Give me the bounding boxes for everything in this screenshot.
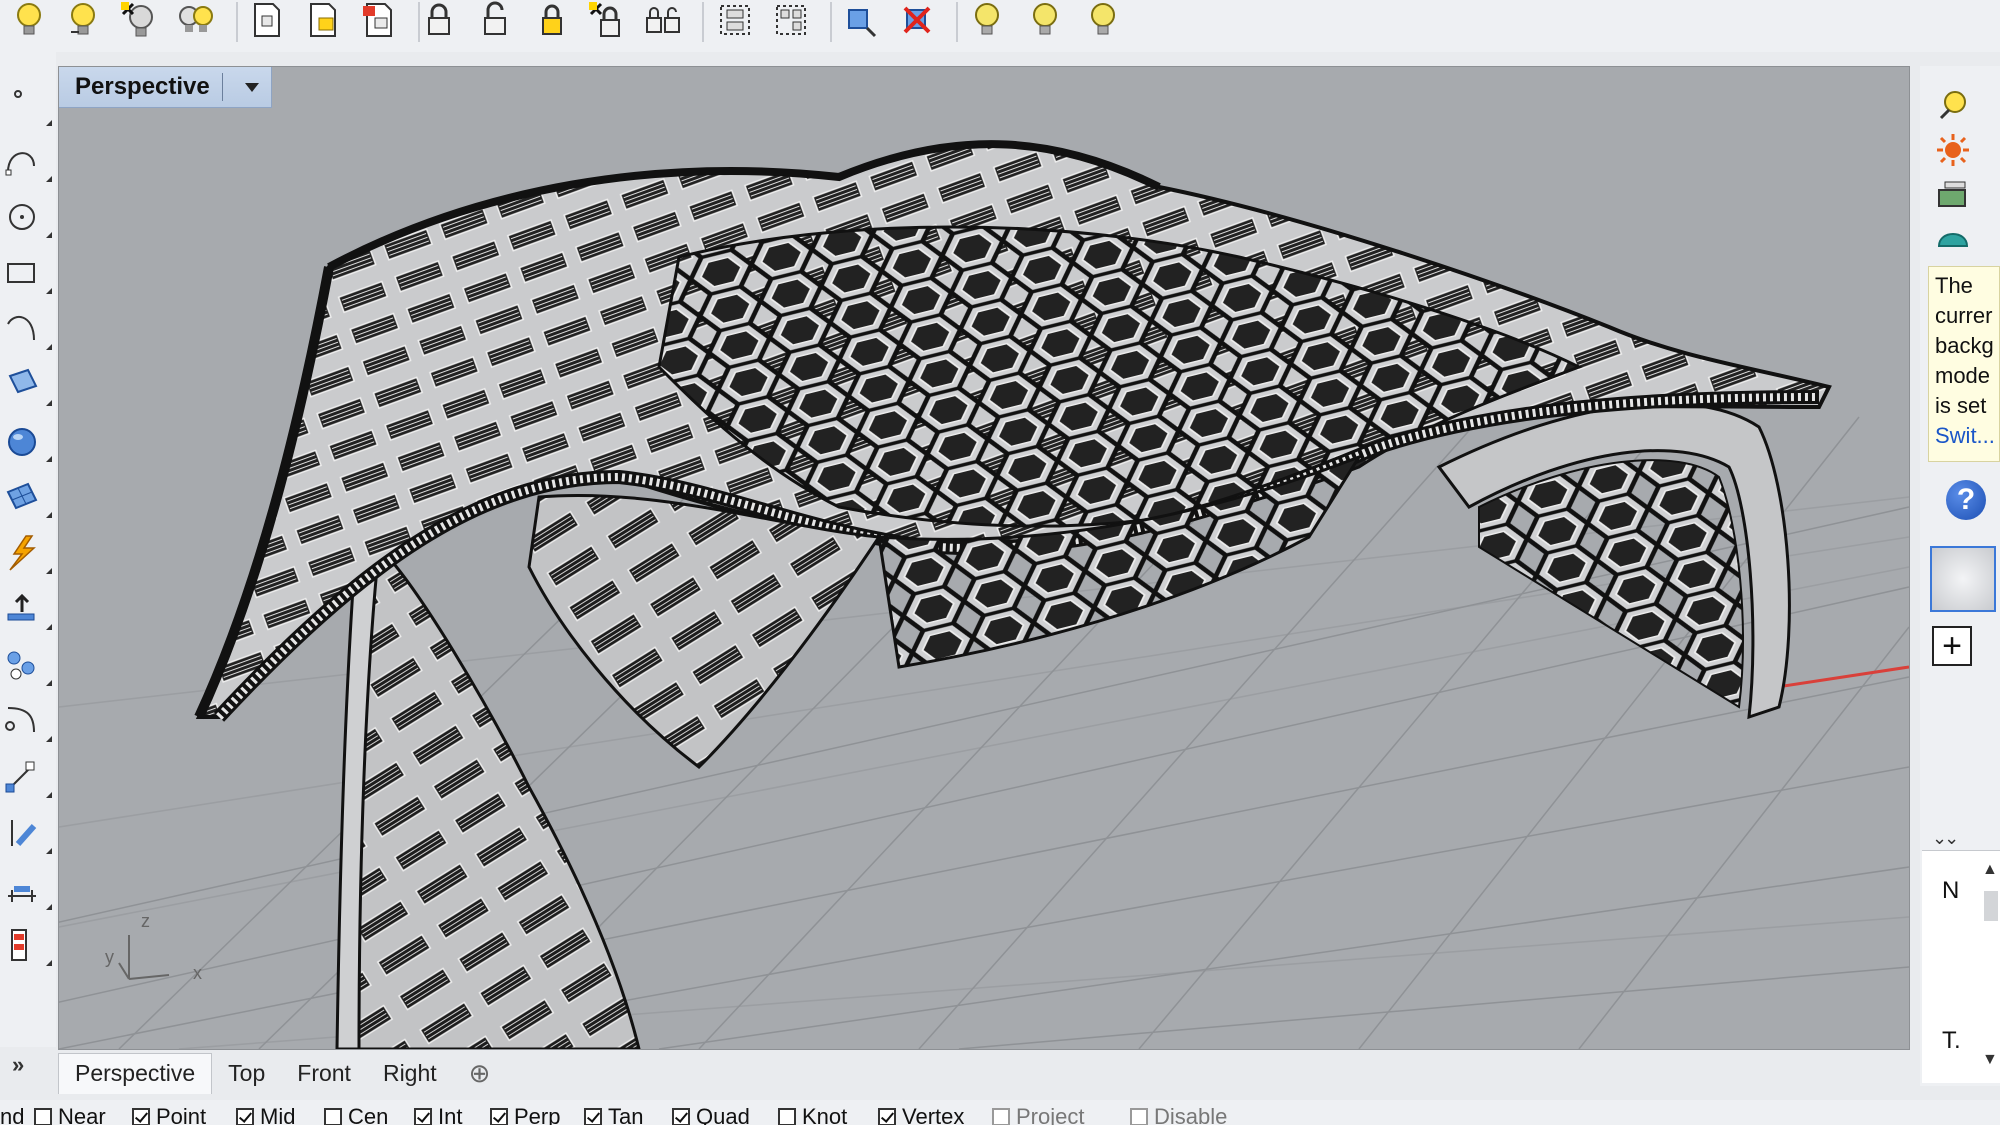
lightbulb-off-icon[interactable]	[1080, 0, 1126, 44]
document-lock-red-icon[interactable]	[356, 0, 402, 44]
sun-icon[interactable]	[1930, 130, 1976, 170]
osnap-near[interactable]: Near	[34, 1104, 106, 1125]
light-icon[interactable]	[1930, 86, 1976, 126]
perspective-viewport[interactable]: z y x Perspective	[58, 66, 1910, 1050]
top-toolbar	[0, 0, 2000, 52]
viewport-title-tab[interactable]: Perspective	[59, 67, 272, 108]
arc-icon[interactable]	[0, 306, 52, 352]
sphere-icon[interactable]	[0, 418, 52, 464]
lightbulb-selection-icon[interactable]	[116, 0, 162, 44]
osnap-tan[interactable]: Tan	[584, 1104, 643, 1125]
circle-icon[interactable]	[0, 194, 52, 240]
axis-gizmo: z y x	[105, 911, 202, 983]
ungroup-icon[interactable]	[768, 0, 814, 44]
mesh-icon[interactable]	[0, 474, 52, 520]
point-icon[interactable]	[0, 82, 52, 128]
material-preview-swatch[interactable]	[1930, 546, 1996, 612]
extrude-icon[interactable]	[0, 586, 52, 632]
axis-label-z: z	[141, 911, 150, 931]
osnap-quad[interactable]: Quad	[672, 1104, 750, 1125]
layout-icon[interactable]	[0, 922, 52, 968]
scroll-down-arrow-icon[interactable]: ▼	[1982, 1051, 1998, 1069]
list-label-n: N	[1942, 877, 1960, 904]
x-axis-line	[1776, 665, 1909, 689]
drafting-icon[interactable]	[0, 810, 52, 856]
right-panel: The currer backg mode is set Swit... ? +…	[1920, 66, 2000, 1086]
explode-icon[interactable]	[0, 530, 52, 576]
padlock-selection-icon[interactable]	[584, 0, 630, 44]
rectangle-icon[interactable]	[0, 250, 52, 296]
toolbar-overflow-button[interactable]: »	[12, 1052, 24, 1078]
surface-icon[interactable]	[0, 362, 52, 408]
lightbulb-swap-icon[interactable]	[172, 0, 218, 44]
block-delete-icon[interactable]	[894, 0, 940, 44]
padlock-gold-icon[interactable]	[528, 0, 574, 44]
axis-label-y: y	[105, 947, 114, 967]
tab-front[interactable]: Front	[281, 1053, 367, 1093]
scale-icon[interactable]	[0, 754, 52, 800]
document-lock-icon[interactable]	[244, 0, 290, 44]
document-lock-gold-icon[interactable]	[300, 0, 346, 44]
block-insert-icon[interactable]	[836, 0, 882, 44]
list-label-t: T.	[1942, 1027, 1961, 1054]
osnap-project[interactable]: Project	[992, 1104, 1084, 1125]
viewport-tabs: Perspective Top Front Right ⊕	[58, 1050, 506, 1096]
viewport-title: Perspective	[75, 73, 210, 100]
transform-icon[interactable]	[0, 642, 52, 688]
padlock-open-icon[interactable]	[472, 0, 518, 44]
viewport-scene[interactable]: z y x	[59, 67, 1909, 1049]
properties-list: N T. ▲ ▼	[1922, 850, 2000, 1083]
left-toolbar: »	[0, 52, 56, 1077]
help-icon[interactable]: ?	[1946, 480, 1986, 520]
axis-label-x: x	[193, 963, 202, 983]
osnap-disable[interactable]: Disable	[1130, 1104, 1227, 1125]
scrollbar-thumb[interactable]	[1984, 891, 1998, 921]
osnap-cen[interactable]: Cen	[324, 1104, 388, 1125]
chevron-down-icon[interactable]: ⌄⌄	[1932, 828, 1959, 849]
lightbulb-on-icon[interactable]	[6, 0, 52, 44]
osnap-mid[interactable]: Mid	[236, 1104, 295, 1125]
fillet-icon[interactable]	[0, 698, 52, 744]
padlock-icon[interactable]	[416, 0, 462, 44]
layer-icon[interactable]	[1930, 174, 1976, 214]
environment-icon[interactable]	[1930, 218, 1976, 258]
padlock-swap-icon[interactable]	[640, 0, 686, 44]
osnap-point[interactable]: Point	[132, 1104, 206, 1125]
osnap-perp[interactable]: Perp	[490, 1104, 560, 1125]
dimension-icon[interactable]	[0, 866, 52, 912]
canopy-model[interactable]	[194, 140, 1832, 1049]
group-icon[interactable]	[712, 0, 758, 44]
scroll-up-arrow-icon[interactable]: ▲	[1982, 861, 1998, 879]
osnap-int[interactable]: Int	[414, 1104, 462, 1125]
osnap-knot[interactable]: Knot	[778, 1104, 847, 1125]
lightbulb-on-icon[interactable]	[60, 0, 106, 44]
curve-icon[interactable]	[0, 138, 52, 184]
switch-link[interactable]: Swit...	[1935, 421, 1999, 451]
osnap-lead-label: nd	[0, 1104, 25, 1125]
osnap-bar: nd Near Point Mid Cen Int Perp Tan Quad …	[0, 1100, 2000, 1125]
tab-right[interactable]: Right	[367, 1053, 453, 1093]
lightbulb-off-icon[interactable]	[1022, 0, 1068, 44]
background-message: The currer backg mode is set Swit...	[1928, 266, 2000, 462]
chevron-down-icon[interactable]	[244, 82, 259, 92]
add-viewport-icon[interactable]: ⊕	[453, 1053, 507, 1093]
tab-top[interactable]: Top	[212, 1053, 281, 1093]
osnap-vertex[interactable]: Vertex	[878, 1104, 964, 1125]
add-button[interactable]: +	[1932, 626, 1972, 666]
lightbulb-off-icon[interactable]	[964, 0, 1010, 44]
tab-perspective[interactable]: Perspective	[58, 1052, 213, 1094]
